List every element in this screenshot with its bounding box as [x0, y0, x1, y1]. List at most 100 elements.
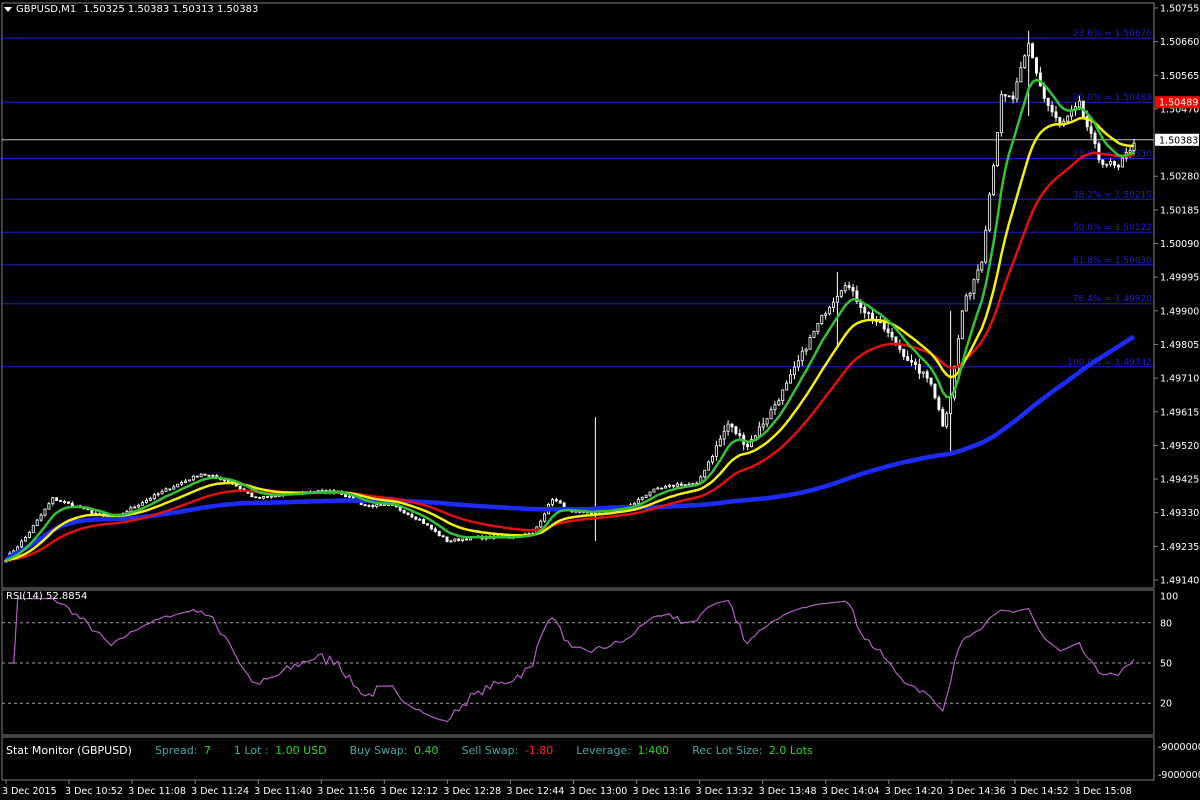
dropdown-triangle-icon[interactable] — [4, 6, 12, 12]
candle-body — [1050, 105, 1054, 113]
candle-body — [176, 483, 180, 488]
time-tick-label: 3 Dec 13:48 — [759, 786, 817, 797]
candle-body — [63, 501, 66, 503]
candle-body — [258, 496, 262, 499]
price-tick-label: 1.50565 — [1160, 71, 1199, 82]
rsi-tick-label: 80 — [1160, 618, 1172, 629]
stat-monitor-title: Stat Monitor (GBPUSD) — [6, 744, 132, 757]
candle-body — [250, 492, 254, 498]
candle-body — [804, 348, 808, 352]
candle-body — [707, 461, 711, 471]
candle-body — [449, 540, 453, 543]
candle-body — [254, 496, 258, 499]
candle-body — [445, 536, 449, 543]
candle-body — [929, 377, 933, 385]
rsi-tick-label: 50 — [1160, 659, 1172, 670]
candle-body — [937, 397, 941, 410]
candle-body — [363, 504, 367, 507]
candle-body — [1023, 55, 1027, 69]
candle-body — [812, 331, 816, 338]
candle-body — [886, 328, 890, 333]
stat-axis-label: -9000000 — [1158, 770, 1200, 781]
candle-body — [828, 307, 832, 315]
candle-body — [941, 408, 945, 427]
candle-body — [550, 499, 554, 505]
candle-body — [66, 501, 70, 504]
moving-average-sma_long — [4, 334, 1136, 562]
candle-body — [765, 418, 769, 425]
candle-body — [652, 488, 656, 493]
candle-body — [960, 310, 964, 340]
buy-swap-label: Buy Swap: — [349, 744, 408, 757]
candle-body — [23, 537, 27, 542]
candle-body — [882, 321, 886, 330]
candle-body — [835, 295, 839, 303]
chart-header[interactable]: GBPUSD,M1 1.50325 1.50383 1.50313 1.5038… — [4, 4, 258, 15]
price-tick-label: 1.50755 — [1160, 4, 1199, 15]
leverage-value: 1:400 — [637, 744, 670, 757]
candle-body — [640, 496, 644, 500]
candle-body — [31, 525, 35, 533]
candle-body — [660, 487, 664, 490]
spread-value: 7 — [203, 744, 211, 757]
time-tick-label: 3 Dec 14:20 — [885, 786, 943, 797]
candle-body — [995, 132, 999, 167]
candle-body — [1027, 43, 1031, 57]
candle-body — [347, 495, 351, 498]
price-tick-label: 1.49615 — [1160, 407, 1199, 418]
buy-swap-value: 0.40 — [414, 744, 439, 757]
candle-body — [266, 496, 269, 498]
candle-body — [792, 366, 796, 376]
time-tick-label: 3 Dec 14:36 — [948, 786, 1006, 797]
candle-body — [453, 538, 457, 542]
candle-body — [871, 312, 874, 320]
candle-body — [156, 493, 160, 496]
price-tick-label: 1.49520 — [1160, 441, 1199, 452]
candle-body — [992, 165, 995, 196]
candle-body — [921, 371, 925, 374]
candle-body — [800, 350, 804, 362]
candle-body — [656, 487, 660, 490]
candle-body — [422, 519, 426, 524]
candle-body — [433, 528, 437, 532]
candle-body — [20, 540, 24, 548]
stat-panel-axis: -9000000 -9000000 — [1158, 742, 1200, 781]
candle-body — [429, 524, 433, 530]
ohlc-values: 1.50325 1.50383 1.50313 1.50383 — [83, 4, 259, 15]
candle-body — [956, 338, 960, 367]
price-tick-label: 1.49425 — [1160, 475, 1199, 486]
candle-body — [1011, 95, 1015, 100]
price-axis: 1.507551.506601.505651.504701.503751.502… — [1154, 4, 1199, 587]
candle-body — [714, 445, 718, 457]
candle-body — [554, 499, 558, 502]
candle-body — [211, 474, 215, 477]
candle-body — [999, 94, 1003, 133]
spread-label: Spread: — [154, 744, 198, 757]
candle-body — [371, 504, 375, 508]
moving-average-ema_mid — [5, 116, 1135, 562]
candle-body — [148, 498, 152, 501]
candle-body — [180, 482, 184, 485]
candle-body — [203, 473, 207, 476]
trading-chart[interactable]: 23.6% = 1.5067000.0% = 1.5048923.6% = 1.… — [0, 0, 1200, 800]
candle-body — [769, 409, 773, 420]
candle-body — [1038, 72, 1042, 87]
candle-body — [160, 490, 164, 495]
price-tick-label: 1.49900 — [1160, 306, 1199, 317]
candle-body — [789, 374, 793, 384]
candle-body — [668, 484, 672, 487]
price-tick-label: 1.50280 — [1160, 172, 1199, 183]
candle-body — [1003, 94, 1007, 97]
candle-body — [949, 397, 953, 415]
candle-body — [632, 502, 636, 506]
fib-level-label: 76.4% = 1.49920 — [1073, 295, 1152, 305]
candle-body — [734, 426, 738, 434]
candle-body — [761, 423, 765, 428]
candle-body — [890, 332, 894, 338]
symbol-timeframe: GBPUSD,M1 — [16, 4, 77, 15]
candle-body — [832, 301, 835, 308]
candle-body — [402, 509, 406, 514]
candle-body — [878, 321, 882, 324]
candle-body — [980, 261, 984, 271]
candle-body — [558, 500, 562, 504]
